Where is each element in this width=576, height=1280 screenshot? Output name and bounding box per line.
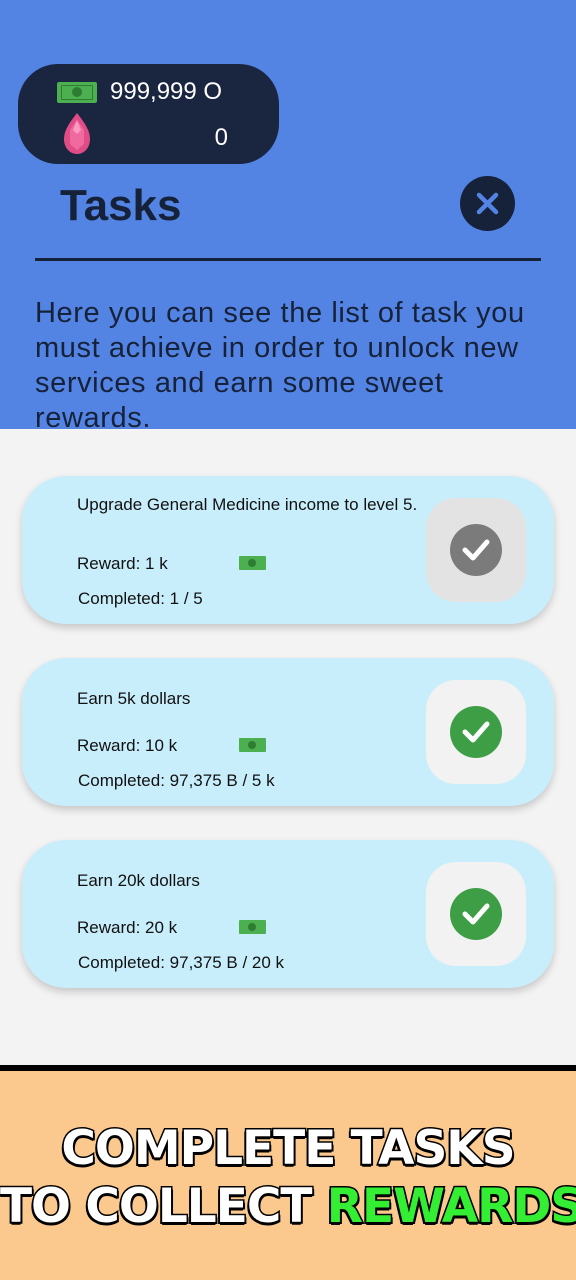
close-icon xyxy=(476,192,499,215)
task-progress: Completed: 97,375 B / 20 k xyxy=(78,953,285,972)
description: Here you can see the list of task you mu… xyxy=(35,297,525,434)
task-reward: Reward: 10 k xyxy=(77,736,178,755)
task-card: Earn 5k dollars Reward: 10 k Completed: … xyxy=(22,658,554,806)
check-icon xyxy=(450,888,502,940)
banner-subline-text: TO COLLECT xyxy=(0,1178,314,1236)
task-title: Earn 5k dollars xyxy=(77,689,191,708)
banner-subline: TO COLLECT REWARDS xyxy=(0,1178,576,1236)
check-icon xyxy=(450,524,502,576)
task-card: Upgrade General Medicine income to level… xyxy=(22,476,554,624)
task-title: Upgrade General Medicine income to level… xyxy=(77,495,418,514)
close-button[interactable] xyxy=(460,176,515,231)
cash-icon xyxy=(239,738,266,752)
cash-icon xyxy=(239,920,266,934)
check-icon xyxy=(450,706,502,758)
claim-button[interactable] xyxy=(426,680,526,784)
task-card: Earn 20k dollars Reward: 20 k Completed:… xyxy=(22,840,554,988)
task-progress: Completed: 97,375 B / 5 k xyxy=(78,771,275,790)
task-reward: Reward: 20 k xyxy=(77,918,178,937)
page-title: Tasks xyxy=(60,181,182,230)
cash-icon xyxy=(57,82,97,103)
cash-value: 999,999 O xyxy=(110,78,223,105)
promo-banner: COMPLETE TASKS TO COLLECT REWARDS xyxy=(0,1065,576,1280)
claim-button[interactable] xyxy=(426,862,526,966)
cash-icon xyxy=(239,556,266,570)
task-progress: Completed: 1 / 5 xyxy=(78,589,203,608)
divider xyxy=(35,258,541,261)
claim-button[interactable] xyxy=(426,498,526,602)
banner-headline: COMPLETE TASKS xyxy=(60,1120,517,1178)
banner-rewards-text: REWARDS xyxy=(325,1178,576,1236)
gem-icon xyxy=(64,113,90,154)
task-reward: Reward: 1 k xyxy=(77,554,168,573)
gem-value: 0 xyxy=(214,124,228,151)
task-title: Earn 20k dollars xyxy=(77,871,200,890)
